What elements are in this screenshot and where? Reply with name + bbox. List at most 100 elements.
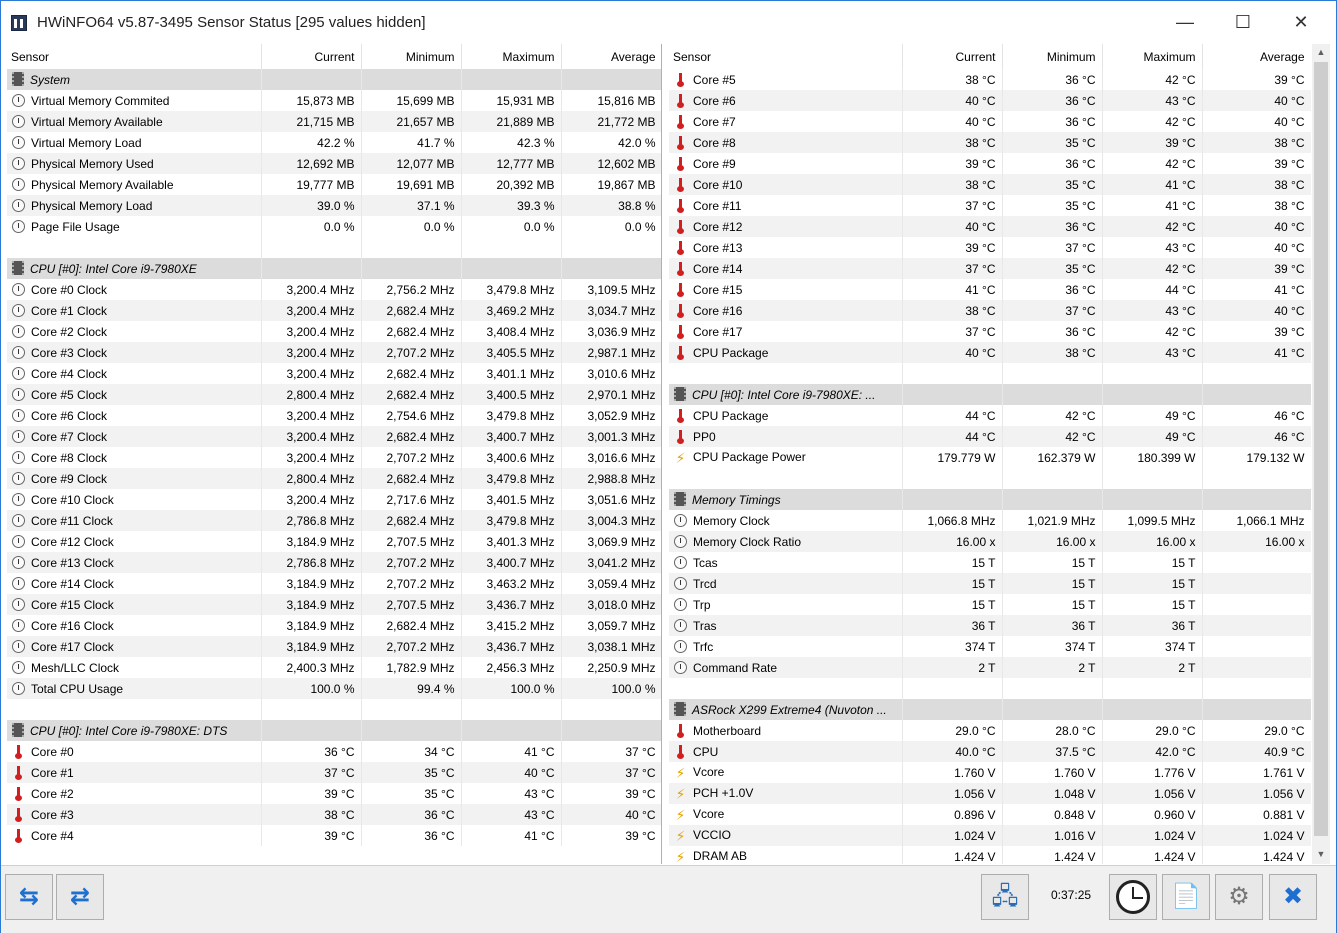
sensor-row[interactable]: Core #13 39 °C 37 °C 43 °C 40 °C	[669, 237, 1311, 258]
close-button[interactable]: ✕	[1272, 1, 1330, 43]
sensor-row[interactable]: Mesh/LLC Clock 2,400.3 MHz 1,782.9 MHz 2,45…	[7, 657, 661, 678]
sensor-row[interactable]: Total CPU Usage 100.0 % 99.4 % 100.0 % 100.0…	[7, 678, 661, 699]
sensor-row[interactable]: ⚡ DRAM AB 1.424 V 1.424 V 1.424 V 1.424 V	[669, 846, 1311, 864]
sensor-row[interactable]: Core #10 Clock 3,200.4 MHz 2,717.6 MHz 3,40…	[7, 489, 661, 510]
sensor-row[interactable]: Core #15 Clock 3,184.9 MHz 2,707.5 MHz 3,43…	[7, 594, 661, 615]
gauge-icon	[12, 345, 25, 359]
sensor-row[interactable]: Core #11 37 °C 35 °C 41 °C 38 °C	[669, 195, 1311, 216]
sensor-row[interactable]: Memory Clock Ratio 16.00 x 16.00 x 16.00 x1…	[669, 531, 1311, 552]
chip-icon	[12, 723, 24, 737]
sensor-row[interactable]: Tcas 15 T 15 T 15 T	[669, 552, 1311, 573]
column-header-average[interactable]: Average	[561, 44, 661, 69]
sensor-row[interactable]: Core #13 Clock 2,786.8 MHz 2,707.2 MHz 3,40…	[7, 552, 661, 573]
sensor-row[interactable]: Virtual Memory Available 21,715 MB 21,657 …	[7, 111, 661, 132]
sensor-row[interactable]: Core #8 38 °C 35 °C 39 °C 38 °C	[669, 132, 1311, 153]
scroll-thumb[interactable]	[1314, 62, 1328, 836]
scroll-up-arrow[interactable]: ▲	[1312, 44, 1330, 61]
column-header-minimum[interactable]: Minimum	[361, 44, 462, 69]
expand-button[interactable]: ⇆	[5, 874, 53, 920]
column-header-average[interactable]: Average	[1202, 44, 1311, 69]
sensor-row[interactable]: Memory Clock 1,066.8 MHz 1,021.9 MHz 1,099.…	[669, 510, 1311, 531]
sensor-group-row[interactable]: System	[7, 69, 661, 90]
sensor-row[interactable]: Core #12 Clock 3,184.9 MHz 2,707.5 MHz 3,40…	[7, 531, 661, 552]
column-header-minimum[interactable]: Minimum	[1002, 44, 1103, 69]
column-header-sensor[interactable]: Sensor	[669, 44, 903, 69]
sensor-row[interactable]: ⚡ VCCIO 1.024 V 1.016 V 1.024 V 1.024 V	[669, 825, 1311, 846]
sensor-row[interactable]: Core #7 40 °C 36 °C 42 °C 40 °C	[669, 111, 1311, 132]
sensor-group-row[interactable]: CPU [#0]: Intel Core i9-7980XE: ...	[669, 384, 1311, 405]
sensor-row[interactable]: Core #6 40 °C 36 °C 43 °C 40 °C	[669, 90, 1311, 111]
sensor-row[interactable]: Trcd 15 T 15 T 15 T	[669, 573, 1311, 594]
sensor-name-cell: Command Rate	[669, 657, 903, 678]
maximize-button[interactable]: ☐	[1214, 1, 1272, 43]
sensor-row[interactable]: ⚡ Vcore 1.760 V 1.760 V 1.776 V 1.761 V	[669, 762, 1311, 783]
sensor-row[interactable]: Tras 36 T 36 T 36 T	[669, 615, 1311, 636]
sensor-group-row[interactable]: Memory Timings	[669, 489, 1311, 510]
sensor-row[interactable]: Core #16 Clock 3,184.9 MHz 2,682.4 MHz 3,41…	[7, 615, 661, 636]
sensor-row[interactable]: Motherboard 29.0 °C 28.0 °C 29.0 °C 29.0 °C	[669, 720, 1311, 741]
collapse-button[interactable]: ⇄	[56, 874, 104, 920]
sensor-row[interactable]: Core #11 Clock 2,786.8 MHz 2,682.4 MHz 3,47…	[7, 510, 661, 531]
minimum-value: 35 °C	[1002, 258, 1103, 279]
sensor-group-row[interactable]: CPU [#0]: Intel Core i9-7980XE: DTS	[7, 720, 661, 741]
sensor-row[interactable]: Physical Memory Available 19,777 MB 19,691…	[7, 174, 661, 195]
sensor-row[interactable]: Virtual Memory Load 42.2 % 41.7 % 42.3 % 42.…	[7, 132, 661, 153]
sensor-row[interactable]: Core #10 38 °C 35 °C 41 °C 38 °C	[669, 174, 1311, 195]
sensor-row[interactable]: Virtual Memory Commited 15,873 MB 15,699 M…	[7, 90, 661, 111]
close-x-icon[interactable]: ✖	[1269, 874, 1317, 920]
sensor-row[interactable]: Core #0 Clock 3,200.4 MHz 2,756.2 MHz 3,479…	[7, 279, 661, 300]
sensor-row[interactable]: CPU Package 40 °C 38 °C 43 °C 41 °C	[669, 342, 1311, 363]
sensor-row[interactable]: Core #12 40 °C 36 °C 42 °C 40 °C	[669, 216, 1311, 237]
sensor-row[interactable]: CPU 40.0 °C 37.5 °C 42.0 °C 40.9 °C	[669, 741, 1311, 762]
sensor-row[interactable]: Core #16 38 °C 37 °C 43 °C 40 °C	[669, 300, 1311, 321]
sensor-row[interactable]: Core #14 37 °C 35 °C 42 °C 39 °C	[669, 258, 1311, 279]
sensor-row[interactable]: Page File Usage 0.0 % 0.0 % 0.0 % 0.0 %	[7, 216, 661, 237]
sensor-row[interactable]: Core #2 Clock 3,200.4 MHz 2,682.4 MHz 3,408…	[7, 321, 661, 342]
sensor-name-cell: Core #16	[669, 300, 903, 321]
sensor-row[interactable]: Core #4 39 °C 36 °C 41 °C 39 °C	[7, 825, 661, 846]
sensor-row[interactable]: Physical Memory Used 12,692 MB 12,077 MB 12…	[7, 153, 661, 174]
sensor-row[interactable]: Trfc 374 T 374 T 374 T	[669, 636, 1311, 657]
sensor-row[interactable]: Core #5 Clock 2,800.4 MHz 2,682.4 MHz 3,400…	[7, 384, 661, 405]
sensor-row[interactable]: Core #4 Clock 3,200.4 MHz 2,682.4 MHz 3,401…	[7, 363, 661, 384]
sensor-row[interactable]: Core #5 38 °C 36 °C 42 °C 39 °C	[669, 69, 1311, 90]
sensor-row[interactable]: Core #2 39 °C 35 °C 43 °C 39 °C	[7, 783, 661, 804]
sensor-row[interactable]: Core #1 Clock 3,200.4 MHz 2,682.4 MHz 3,469…	[7, 300, 661, 321]
vertical-scrollbar[interactable]: ▲ ▼	[1312, 44, 1330, 864]
column-header-current[interactable]: Current	[902, 44, 1003, 69]
sensor-row[interactable]: Core #7 Clock 3,200.4 MHz 2,682.4 MHz 3,400…	[7, 426, 661, 447]
sensor-row[interactable]: Core #1 37 °C 35 °C 40 °C 37 °C	[7, 762, 661, 783]
sensor-row[interactable]: Core #9 39 °C 36 °C 42 °C 39 °C	[669, 153, 1311, 174]
sensor-row[interactable]: CPU Package 44 °C 42 °C 49 °C 46 °C	[669, 405, 1311, 426]
column-header-maximum[interactable]: Maximum	[461, 44, 562, 69]
sensor-row[interactable]: Core #0 36 °C 34 °C 41 °C 37 °C	[7, 741, 661, 762]
column-header-maximum[interactable]: Maximum	[1102, 44, 1203, 69]
sensor-row[interactable]: Core #17 Clock 3,184.9 MHz 2,707.2 MHz 3,43…	[7, 636, 661, 657]
sensor-row[interactable]: Core #17 37 °C 36 °C 42 °C 39 °C	[669, 321, 1311, 342]
column-header-current[interactable]: Current	[261, 44, 362, 69]
maximum-value: 41 °C	[1102, 195, 1203, 216]
sensor-row[interactable]: ⚡ PCH +1.0V 1.056 V 1.048 V 1.056 V 1.056 V	[669, 783, 1311, 804]
clock-icon[interactable]	[1109, 874, 1157, 920]
sensor-row[interactable]: Core #8 Clock 3,200.4 MHz 2,707.2 MHz 3,400…	[7, 447, 661, 468]
sensor-row[interactable]: Physical Memory Load 39.0 % 37.1 % 39.3 % 38…	[7, 195, 661, 216]
network-icon[interactable]: 🖧	[981, 874, 1029, 920]
log-file-icon[interactable]: 📄	[1162, 874, 1210, 920]
scroll-down-arrow[interactable]: ▼	[1312, 846, 1330, 863]
sensor-row[interactable]: Trp 15 T 15 T 15 T	[669, 594, 1311, 615]
sensor-row[interactable]: ⚡ CPU Package Power 179.779 W 162.379 W 180.…	[669, 447, 1311, 468]
sensor-row[interactable]: Core #9 Clock 2,800.4 MHz 2,682.4 MHz 3,479…	[7, 468, 661, 489]
sensor-row[interactable]: Core #14 Clock 3,184.9 MHz 2,707.2 MHz 3,46…	[7, 573, 661, 594]
sensor-row[interactable]: Command Rate 2 T2 T2 T	[669, 657, 1311, 678]
sensor-group-row[interactable]: CPU [#0]: Intel Core i9-7980XE	[7, 258, 661, 279]
settings-gear-icon[interactable]: ⚙	[1215, 874, 1263, 920]
sensor-row[interactable]: Core #3 Clock 3,200.4 MHz 2,707.2 MHz 3,405…	[7, 342, 661, 363]
sensor-row[interactable]: Core #6 Clock 3,200.4 MHz 2,754.6 MHz 3,479…	[7, 405, 661, 426]
sensor-row[interactable]: Core #15 41 °C 36 °C 44 °C 41 °C	[669, 279, 1311, 300]
column-header-sensor[interactable]: Sensor	[7, 44, 262, 69]
sensor-row[interactable]: ⚡ Vcore 0.896 V 0.848 V 0.960 V 0.881 V	[669, 804, 1311, 825]
minimize-button[interactable]: —	[1156, 1, 1214, 43]
sensor-row[interactable]: Core #3 38 °C 36 °C 43 °C 40 °C	[7, 804, 661, 825]
sensor-row[interactable]: PP0 44 °C 42 °C 49 °C 46 °C	[669, 426, 1311, 447]
sensor-group-row[interactable]: ASRock X299 Extreme4 (Nuvoton ...	[669, 699, 1311, 720]
